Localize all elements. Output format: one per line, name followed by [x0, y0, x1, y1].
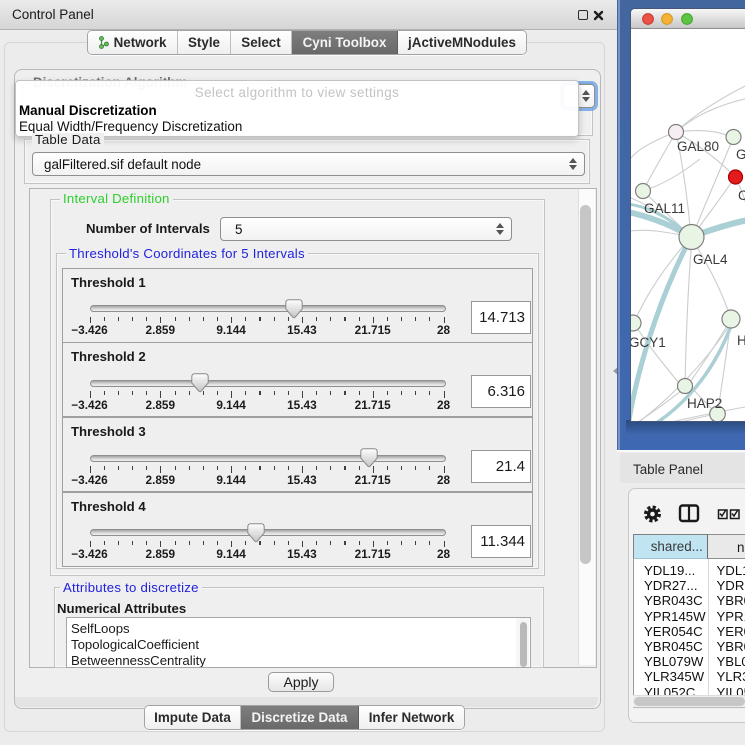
- svg-text:GAL4: GAL4: [693, 252, 728, 267]
- svg-text:GCY1: GCY1: [631, 335, 666, 350]
- svg-text:C: C: [738, 188, 745, 203]
- svg-text:GA: GA: [736, 147, 745, 162]
- svg-text:GAL11: GAL11: [644, 201, 685, 216]
- svg-text:HAP2: HAP2: [687, 396, 722, 411]
- svg-text:H: H: [737, 333, 745, 348]
- svg-text:GAL80: GAL80: [677, 139, 719, 154]
